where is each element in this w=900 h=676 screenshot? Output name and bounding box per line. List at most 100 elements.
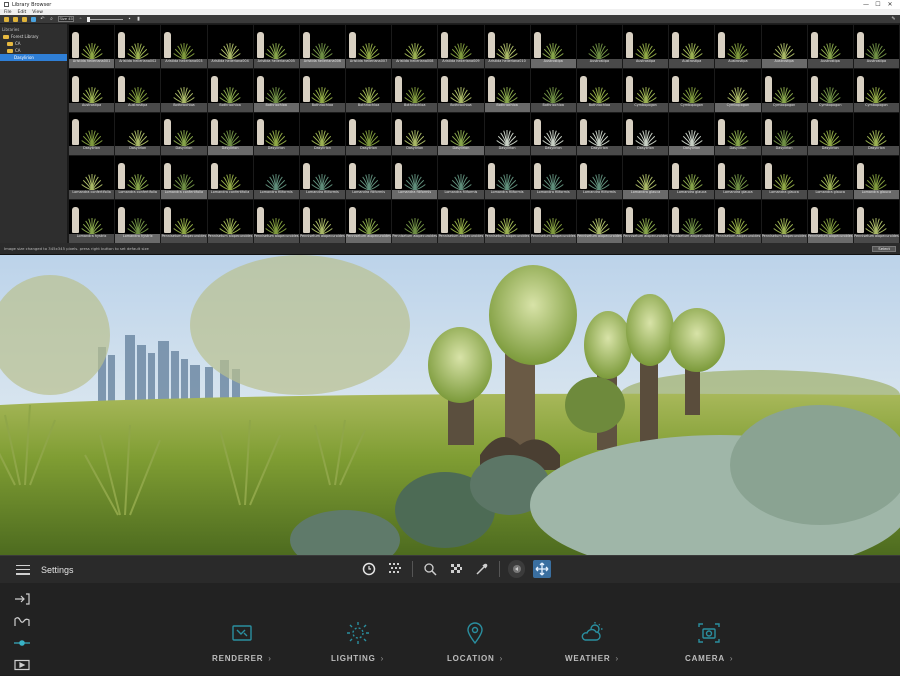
- plant-thumbnail[interactable]: Aristida helleriana007: [346, 25, 392, 68]
- plant-thumbnail[interactable]: Austrostipa: [576, 25, 622, 68]
- plant-thumbnail[interactable]: Pennisetum alopecuroides: [253, 200, 299, 243]
- plant-thumbnail[interactable]: Austrostipa: [623, 25, 669, 68]
- folder-up-icon[interactable]: [22, 16, 27, 22]
- plant-thumbnail[interactable]: Pennisetum alopecuroides: [392, 200, 438, 243]
- plant-thumbnail[interactable]: Dasylirion: [853, 112, 899, 156]
- close-button[interactable]: ✕: [884, 1, 896, 8]
- tree-item-ca-1[interactable]: CA: [0, 40, 67, 47]
- plant-thumbnail[interactable]: Pennisetum alopecuroides: [299, 200, 345, 243]
- plant-thumbnail[interactable]: Aristida helleriana004: [207, 25, 253, 68]
- plant-thumbnail[interactable]: Austrostipa: [669, 25, 715, 68]
- plant-thumbnail[interactable]: Cymbopogon: [669, 68, 715, 112]
- plant-thumbnail[interactable]: Dasylirion: [299, 112, 345, 156]
- plant-thumbnail[interactable]: Dasylirion: [346, 112, 392, 156]
- plant-thumbnail[interactable]: Austrostipa: [715, 25, 761, 68]
- plant-thumbnail[interactable]: Bothriochloa: [438, 68, 484, 112]
- plant-thumbnail[interactable]: Lomandra glauca: [853, 156, 899, 200]
- plant-thumbnail[interactable]: Aristida helleriana006: [299, 25, 345, 68]
- plant-thumbnail[interactable]: Pennisetum alopecuroides: [530, 200, 576, 243]
- zoom-search-icon[interactable]: [421, 560, 439, 578]
- filter-icon[interactable]: ▮: [136, 16, 141, 22]
- plant-thumbnail[interactable]: Pennisetum alopecuroides: [484, 200, 530, 243]
- plant-thumbnail[interactable]: Pennisetum alopecuroides: [853, 200, 899, 243]
- category-weather[interactable]: WEATHER ›: [565, 621, 619, 663]
- plant-thumbnail[interactable]: Dasylirion: [669, 112, 715, 156]
- grid-icon[interactable]: [386, 560, 404, 578]
- plant-thumbnail[interactable]: Lomandra glauca: [761, 156, 807, 200]
- select-button[interactable]: Select: [872, 245, 896, 252]
- plant-thumbnail[interactable]: Bothriochloa: [207, 68, 253, 112]
- plant-thumbnail[interactable]: Aristida helleriana008: [392, 25, 438, 68]
- thumbnail-size-slider[interactable]: [87, 16, 123, 22]
- plant-thumbnail[interactable]: Dasylirion: [207, 112, 253, 156]
- category-camera[interactable]: CAMERA ›: [685, 621, 733, 663]
- slider-knob[interactable]: [87, 16, 90, 22]
- plant-thumbnail[interactable]: Bothriochloa: [161, 68, 207, 112]
- undo-icon[interactable]: ↶: [40, 16, 45, 22]
- maximize-button[interactable]: ☐: [872, 1, 884, 8]
- plant-thumbnail[interactable]: Lomandra hystrix: [115, 200, 161, 243]
- plant-thumbnail[interactable]: Lomandra filiformis: [346, 156, 392, 200]
- new-folder-icon[interactable]: [4, 16, 9, 22]
- minimize-button[interactable]: —: [860, 1, 872, 8]
- thumbnail-size-field[interactable]: Size 45: [58, 16, 74, 22]
- plant-thumbnail[interactable]: Lomandra glauca: [715, 156, 761, 200]
- plant-thumbnail[interactable]: Dasylirion: [530, 112, 576, 156]
- menu-view[interactable]: View: [32, 10, 43, 15]
- plant-thumbnail[interactable]: Cymbopogon: [807, 68, 853, 112]
- clock-icon[interactable]: [360, 560, 378, 578]
- zoom-in-icon[interactable]: ▪: [127, 16, 132, 22]
- menu-edit[interactable]: Edit: [18, 10, 27, 15]
- plant-thumbnail[interactable]: Aristida helleriana010: [484, 25, 530, 68]
- open-folder-icon[interactable]: [13, 16, 18, 22]
- plant-thumbnail[interactable]: Aristida helleriana005: [253, 25, 299, 68]
- plant-thumbnail[interactable]: Pennisetum alopecuroides: [807, 200, 853, 243]
- plant-thumbnail[interactable]: Aristida helleriana009: [438, 25, 484, 68]
- move-tool-icon[interactable]: [533, 560, 551, 578]
- plant-thumbnail[interactable]: Lomandra filiformis: [438, 156, 484, 200]
- video-icon[interactable]: [14, 658, 30, 671]
- plant-thumbnail[interactable]: Lomandra confertifolia: [115, 156, 161, 200]
- plant-thumbnail[interactable]: Lomandra glauca: [807, 156, 853, 200]
- plant-thumbnail[interactable]: Dasylirion: [161, 112, 207, 156]
- zoom-out-icon[interactable]: ▫: [78, 16, 83, 22]
- plant-thumbnail[interactable]: Cymbopogon: [761, 68, 807, 112]
- plant-thumbnail[interactable]: Austrostipa: [761, 25, 807, 68]
- plant-thumbnail[interactable]: Dasylirion: [715, 112, 761, 156]
- plant-thumbnail[interactable]: Cymbopogon: [623, 68, 669, 112]
- pin-icon[interactable]: ✎: [891, 16, 896, 22]
- plant-thumbnail[interactable]: Cymbopogon: [715, 68, 761, 112]
- tree-item-forest-library[interactable]: Forest Library: [0, 33, 67, 40]
- render-viewport[interactable]: [0, 255, 900, 555]
- terrain-icon[interactable]: [14, 614, 30, 626]
- plant-thumbnail[interactable]: Dasylirion: [438, 112, 484, 156]
- plant-thumbnail[interactable]: Lomandra glauca: [669, 156, 715, 200]
- plant-thumbnail[interactable]: Austrostipa: [530, 25, 576, 68]
- category-location[interactable]: LOCATION ›: [447, 621, 503, 663]
- plant-thumbnail[interactable]: Austrostipa: [853, 25, 899, 68]
- plant-thumbnail[interactable]: Aristida helleriana003: [161, 25, 207, 68]
- plant-thumbnail[interactable]: Dasylirion: [576, 112, 622, 156]
- plant-thumbnail[interactable]: Pennisetum alopecuroides: [207, 200, 253, 243]
- tree-item-dasylirion[interactable]: Dasylirion: [0, 54, 67, 61]
- plant-thumbnail[interactable]: Bothriochloa: [392, 68, 438, 112]
- category-renderer[interactable]: RENDERER ›: [212, 621, 272, 663]
- plant-thumbnail[interactable]: Lomandra filiformis: [299, 156, 345, 200]
- plant-thumbnail[interactable]: Bothriochloa: [576, 68, 622, 112]
- plant-thumbnail[interactable]: Pennisetum alopecuroides: [623, 200, 669, 243]
- plant-thumbnail[interactable]: Pennisetum alopecuroides: [761, 200, 807, 243]
- plant-thumbnail[interactable]: Bothriochloa: [299, 68, 345, 112]
- plant-thumbnail[interactable]: Pennisetum alopecuroides: [346, 200, 392, 243]
- plant-thumbnail[interactable]: Dasylirion: [392, 112, 438, 156]
- plant-thumbnail[interactable]: Aristida helleriana001: [69, 25, 115, 68]
- plant-thumbnail[interactable]: Lomandra confertifolia: [207, 156, 253, 200]
- plant-thumbnail[interactable]: Pennisetum alopecuroides: [438, 200, 484, 243]
- plant-thumbnail[interactable]: Lomandra filiformis: [392, 156, 438, 200]
- plant-thumbnail[interactable]: Lomandra hystrix: [69, 200, 115, 243]
- plant-thumbnail[interactable]: Pennisetum alopecuroides: [576, 200, 622, 243]
- plant-thumbnail[interactable]: Lomandra confertifolia: [69, 156, 115, 200]
- sliders-icon[interactable]: [14, 636, 30, 648]
- plant-thumbnail[interactable]: Aristida helleriana002: [115, 25, 161, 68]
- plant-thumbnail[interactable]: Pennisetum alopecuroides: [715, 200, 761, 243]
- tree-item-ca-2[interactable]: CA: [0, 47, 67, 54]
